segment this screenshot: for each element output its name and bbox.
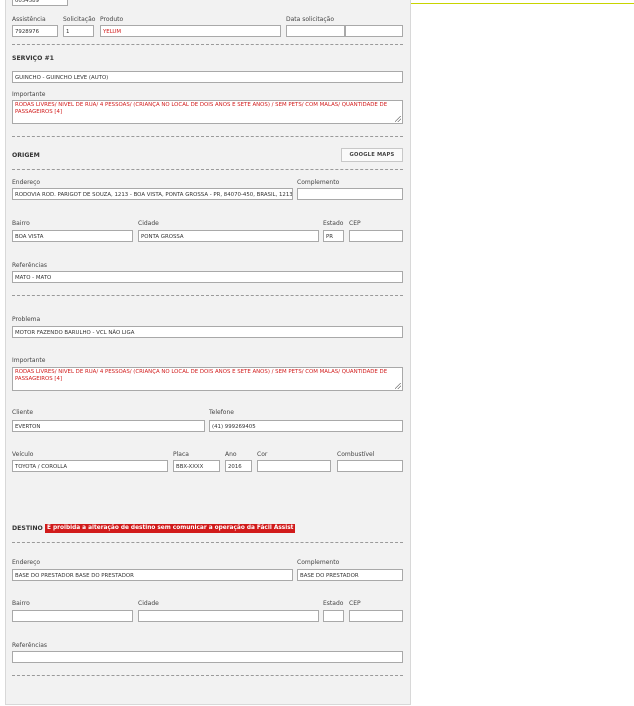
origem-cep-label: CEP [349,220,361,227]
google-maps-button[interactable]: GOOGLE MAPS [341,148,403,162]
origem-complemento-field[interactable] [297,188,403,200]
origem-title: ORIGEM [12,152,40,159]
cliente-label: Cliente [12,409,34,416]
problema-field[interactable]: MOTOR FAZENDO BARULHO - VCL NÃO LIGA [12,326,403,338]
origem-endereco-label: Endereço [12,179,41,186]
servico-title: SERVIÇO #1 [12,55,54,62]
destino-cep-field[interactable] [349,610,403,622]
cliente-field[interactable]: EVERTON [12,420,205,432]
placa-label: Placa [173,451,189,458]
divider [12,169,403,170]
origem-cidade-label: Cidade [138,220,159,227]
cor-label: Cor [257,451,268,458]
divider [12,44,403,45]
produto-field[interactable]: YELUM [100,25,281,37]
ano-label: Ano [225,451,237,458]
veiculo-label: Veículo [12,451,34,458]
destino-estado-label: Estado [323,600,344,607]
destino-estado-field[interactable] [323,610,344,622]
produto-label: Produto [100,16,124,23]
ano-field[interactable]: 2016 [225,460,252,472]
telefone-field[interactable]: (41) 999269405 [209,420,403,432]
problema-importante-textarea[interactable]: RODAS LIVRES/ NIVEL DE RUA/ 4 PESSOAS/ (… [12,367,403,391]
origem-cep-field[interactable] [349,230,403,242]
telefone-label: Telefone [209,409,234,416]
top-partial-field[interactable]: 0054589 [12,0,68,6]
origem-estado-field[interactable]: PR [323,230,344,242]
servico-importante-label: Importante [12,91,46,98]
data-solicitacao-date-field[interactable] [286,25,345,37]
resize-grip-icon[interactable] [395,116,401,122]
assistencia-label: Assistência [12,16,46,23]
data-solicitacao-label: Data solicitação [286,16,335,23]
assistencia-field[interactable]: 7928976 [12,25,58,37]
destino-referencias-field[interactable] [12,651,403,663]
servico-field[interactable]: GUINCHO - GUINCHO LEVE (AUTO) [12,71,403,83]
destino-complemento-field[interactable]: BASE DO PRESTADOR [297,569,403,581]
placa-field[interactable]: BBX-XXXX [173,460,220,472]
problema-label: Problema [12,316,41,323]
divider [12,675,403,676]
destino-bairro-label: Bairro [12,600,30,607]
destino-warning-badge: É proibida a alteração de destino sem co… [45,524,296,533]
origem-referencias-label: Referências [12,262,47,269]
destino-title: DESTINO [12,525,43,532]
destino-complemento-label: Complemento [297,559,340,566]
destino-cidade-field[interactable] [138,610,319,622]
origem-estado-label: Estado [323,220,344,227]
destino-cep-label: CEP [349,600,361,607]
veiculo-field[interactable]: TOYOTA / COROLLA [12,460,168,472]
solicitacao-label: Solicitação [63,16,96,23]
combustivel-label: Combustível [337,451,375,458]
resize-grip-icon[interactable] [395,383,401,389]
divider [12,136,403,137]
destino-endereco-field[interactable]: BASE DO PRESTADOR BASE DO PRESTADOR [12,569,293,581]
servico-importante-textarea[interactable]: RODAS LIVRES/ NIVEL DE RUA/ 4 PESSOAS/ (… [12,100,403,124]
origem-cidade-field[interactable]: PONTA GROSSA [138,230,319,242]
servico-importante-text: RODAS LIVRES/ NIVEL DE RUA/ 4 PESSOAS/ (… [15,102,388,115]
top-accent-line [410,3,634,4]
destino-referencias-label: Referências [12,642,47,649]
destino-cidade-label: Cidade [138,600,159,607]
origem-bairro-field[interactable]: BOA VISTA [12,230,133,242]
divider [12,542,403,543]
cor-field[interactable] [257,460,331,472]
combustivel-field[interactable] [337,460,403,472]
problema-importante-text: RODAS LIVRES/ NIVEL DE RUA/ 4 PESSOAS/ (… [15,369,388,382]
origem-complemento-label: Complemento [297,179,340,186]
destino-endereco-label: Endereço [12,559,41,566]
origem-referencias-field[interactable]: MATO - MATO [12,271,403,283]
problema-importante-label: Importante [12,357,46,364]
origem-endereco-field[interactable]: RODOVIA ROD. PARIGOT DE SOUZA, 1213 - BO… [12,188,293,200]
destino-bairro-field[interactable] [12,610,133,622]
data-solicitacao-time-field[interactable] [345,25,403,37]
divider [12,295,403,296]
origem-bairro-label: Bairro [12,220,30,227]
solicitacao-field[interactable]: 1 [63,25,94,37]
